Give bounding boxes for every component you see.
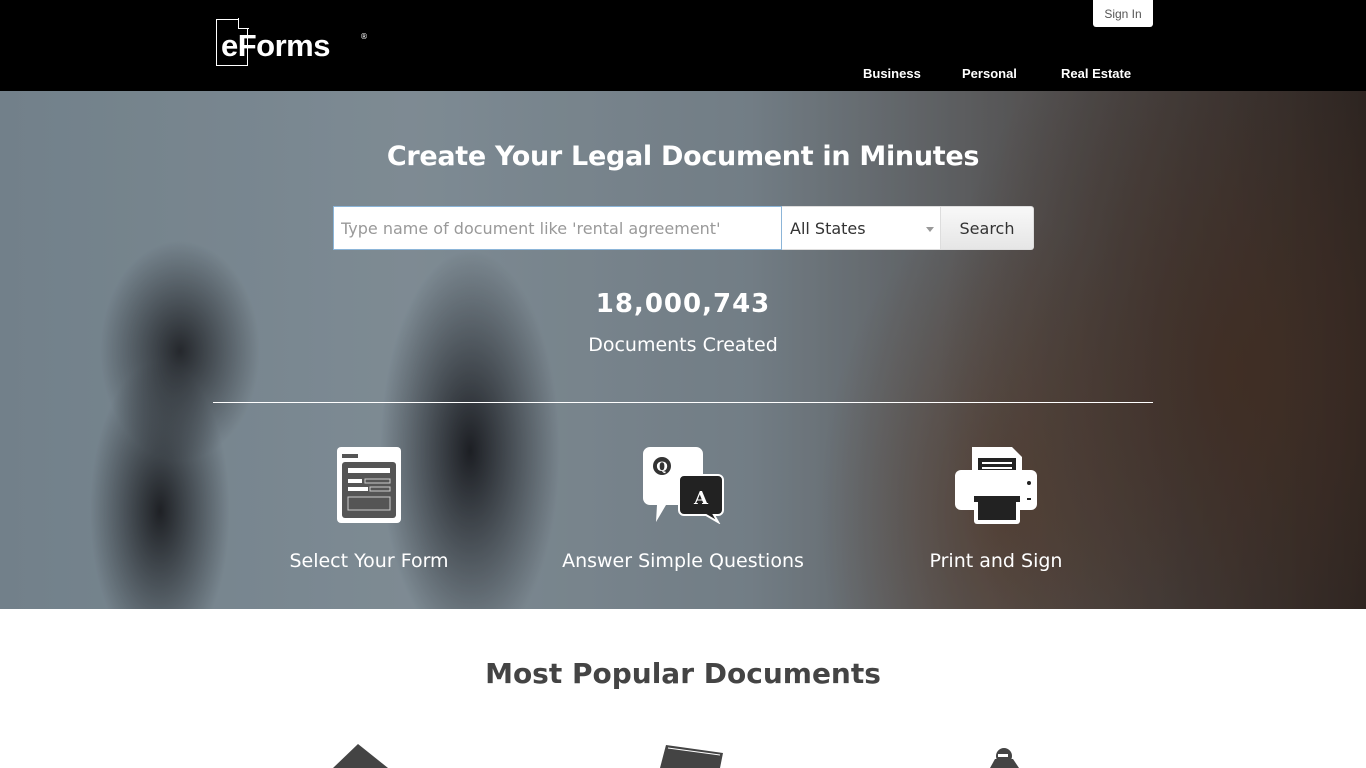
eforms-logo[interactable]: eForms ® [216, 19, 376, 67]
sign-in-button[interactable]: Sign In [1093, 0, 1153, 27]
counter-digit: 0 [683, 289, 703, 319]
popular-documents-title: Most Popular Documents [485, 657, 881, 690]
hero-title: Create Your Legal Document in Minutes [386, 141, 980, 172]
counter-digit: 7 [712, 289, 733, 319]
counter-separator: , [702, 289, 713, 319]
person-icon[interactable] [985, 745, 1025, 768]
step-select-form: Select Your Form [219, 446, 519, 572]
state-select[interactable]: All States [782, 206, 941, 250]
divider [213, 402, 1153, 403]
step-label: Print and Sign [929, 550, 1063, 572]
house-icon[interactable] [333, 740, 393, 768]
site-header: eForms ® Sign In Business Personal Real … [0, 0, 1366, 91]
step-label: Answer Simple Questions [562, 550, 804, 572]
counter-digit: 4 [732, 289, 752, 319]
document-search-form: All States Search [333, 206, 1034, 250]
step-label: Select Your Form [289, 550, 449, 572]
document-search-input[interactable] [333, 206, 782, 250]
counter-digit: 8 [614, 289, 634, 319]
counter-digit: 1 [595, 289, 615, 319]
form-icon [337, 447, 401, 523]
nav-real-estate[interactable]: Real Estate [1061, 66, 1131, 81]
logo-text: eForms [221, 28, 330, 63]
documents-counter: 18,000,743 [0, 279, 1366, 329]
counter-digit: 3 [751, 289, 771, 319]
printer-icon [955, 447, 1037, 524]
counter-digit: 0 [644, 289, 664, 319]
nav-personal[interactable]: Personal [962, 66, 1017, 81]
step-answer-questions: Q A Answer Simple Questions [533, 446, 833, 572]
nav-business[interactable]: Business [863, 66, 921, 81]
step-print-sign: Print and Sign [846, 446, 1146, 572]
question-answer-icon: Q A [643, 447, 724, 524]
state-select-value: All States [790, 218, 866, 238]
counter-digit: 0 [663, 289, 683, 319]
counter-separator: , [633, 289, 645, 319]
counter-label: Documents Created [588, 334, 778, 356]
svg-text:Q: Q [656, 460, 667, 475]
counter-digits: 18,000,743 [596, 289, 771, 319]
lease-document-icon[interactable] [660, 745, 724, 768]
registered-mark: ® [360, 32, 368, 41]
chevron-down-icon [926, 227, 934, 232]
search-button[interactable]: Search [941, 206, 1034, 250]
hero-section: Create Your Legal Document in Minutes Al… [0, 91, 1366, 609]
svg-text:A: A [693, 488, 709, 509]
